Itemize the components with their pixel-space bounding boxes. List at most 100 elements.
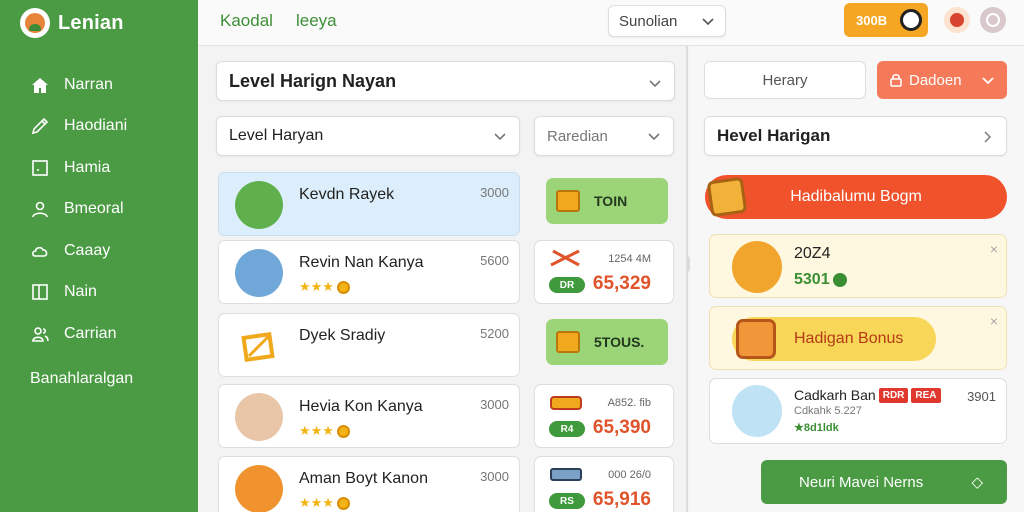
price-value: 65,329 [592, 273, 651, 294]
item-number: 3000 [480, 397, 509, 412]
level-select-value: Level Haryan [229, 127, 324, 144]
user-avatar[interactable] [980, 7, 1006, 33]
tab-leeya[interactable]: leeya [296, 11, 337, 31]
tab-kaodal[interactable]: Kaodal [220, 11, 273, 31]
coin-icon [900, 9, 922, 31]
coin-icon [336, 280, 350, 294]
sidebar-item-caaay[interactable]: Caaay [0, 230, 198, 272]
character-avatar [732, 385, 782, 437]
price-card[interactable]: A852. fib R4 65,390 [534, 384, 674, 448]
price-card[interactable]: 1254 4M DR 65,329 [534, 240, 674, 304]
user-group-icon [30, 324, 50, 344]
rating-stars: ★★★ [299, 495, 350, 511]
main-level-select[interactable]: Level Harign Nayan [216, 61, 675, 101]
price-caption: 000 26/0 [608, 469, 651, 481]
chevron-down-icon [647, 129, 661, 143]
price-badge: DR [549, 277, 585, 293]
close-icon[interactable]: × [990, 313, 998, 329]
list-item[interactable]: Hevia Kon Kanya 3000 ★★★ [218, 384, 520, 448]
primary-dropdown-button[interactable]: Dadoen [877, 61, 1007, 99]
bonus-label: Hadigan Bonus [794, 330, 904, 347]
item-number: 3000 [480, 185, 509, 200]
sidebar-footer-link[interactable]: Banahlaralgan [30, 370, 133, 388]
price-value: 65,916 [592, 489, 651, 510]
diamond-icon: ◇ [971, 474, 983, 491]
price-caption: 1254 4M [608, 253, 651, 265]
sidebar-item-hamia[interactable]: Hamia [0, 147, 198, 189]
reward-label: 5TOUS. [594, 334, 645, 350]
sidebar-item-label: Hamia [64, 158, 111, 176]
chevron-down-icon [648, 74, 662, 88]
brand[interactable]: Lenian [20, 8, 124, 38]
sidebar-nav: Narran Haodiani Hamia Bmeoral Caaay Nain… [0, 64, 198, 355]
reward-card[interactable]: 5TOUS. [534, 313, 674, 377]
bonus-notification[interactable]: Hadigan Bonus × [709, 306, 1007, 370]
item-tag: RDR [878, 387, 909, 403]
primary-dropdown-content: Dadoen [889, 72, 962, 89]
chevron-right-icon [980, 129, 994, 143]
item-number: 5600 [480, 253, 509, 268]
sidebar-item-label: Narran [64, 75, 113, 93]
item-art-icon [550, 396, 582, 410]
item-title: Aman Boyt Kanon [299, 470, 428, 487]
reward-title: 20Z4 [794, 245, 831, 262]
close-icon[interactable]: × [990, 241, 998, 257]
promo-banner[interactable]: Hadibalumu Bogm [705, 175, 1007, 219]
sidebar-item-nain[interactable]: Nain [0, 272, 198, 314]
item-title: Hevia Kon Kanya [299, 398, 423, 415]
sidebar-item-label: Haodiani [64, 117, 128, 135]
star-icons: ★★★ [299, 279, 334, 294]
character-avatar[interactable] [944, 7, 970, 33]
sidebar-item-bmeoral[interactable]: Bmeoral [0, 189, 198, 231]
price-badge: R4 [549, 421, 585, 437]
price-card[interactable]: 000 26/0 RS 65,916 [534, 456, 674, 512]
list-item[interactable]: Dyek Sradiy 5200 [218, 313, 520, 377]
right-level-select[interactable]: Hevel Harigan [704, 116, 1007, 156]
lock-icon [890, 74, 902, 87]
item-title: Dyek Sradiy [299, 327, 386, 344]
star-icons: ★★★ [299, 495, 334, 510]
item-image [235, 249, 283, 297]
sidebar-item-label: Bmeoral [64, 200, 124, 218]
action-button[interactable]: Neuri Mavei Nerns ◇ [761, 460, 1007, 504]
chest-icon [556, 331, 580, 353]
sidebar-item-narran[interactable]: Narran [0, 64, 198, 106]
list-item[interactable]: Kevdn Rayek 3000 [218, 172, 520, 236]
chevron-down-icon [701, 14, 715, 28]
top-bar: Kaodal leeya Sunolian 300B [198, 0, 1024, 46]
list-item[interactable]: Aman Boyt Kanon 3000 ★★★ [218, 456, 520, 512]
item-number: 5200 [480, 326, 509, 341]
column-divider[interactable] [686, 46, 688, 512]
item-number: 3901 [967, 389, 996, 404]
sidebar: Lenian Narran Haodiani Hamia Bmeoral Caa… [0, 0, 198, 512]
promo-banner-label: Hadibalumu Bogm [790, 188, 922, 205]
price-value: 65,390 [592, 417, 651, 438]
home-icon [30, 75, 50, 95]
reward-label: TOIN [594, 193, 628, 209]
rating-stars: ★★★ [299, 423, 350, 439]
sort-select-value: Raredian [547, 127, 608, 145]
app-logo [20, 8, 50, 38]
chest-icon [556, 190, 580, 212]
item-image [235, 181, 283, 229]
reward-card[interactable]: TOIN [534, 172, 674, 236]
list-item[interactable]: Cadkarh Ban RDR REA 3901 Cdkahk 5.227 ★8… [709, 378, 1007, 444]
sort-select[interactable]: Raredian [534, 116, 674, 156]
gift-box-icon [706, 176, 748, 218]
reward-pill[interactable]: 5TOUS. [546, 319, 668, 365]
top-select[interactable]: Sunolian [608, 5, 726, 37]
primary-dropdown-label: Dadoen [909, 71, 962, 89]
bonus-pill[interactable]: Hadigan Bonus [732, 317, 936, 361]
top-select-value: Sunolian [619, 12, 678, 30]
sidebar-item-haodiani[interactable]: Haodiani [0, 106, 198, 148]
level-select[interactable]: Level Haryan [216, 116, 520, 156]
sidebar-item-carrian[interactable]: Carrian [0, 313, 198, 355]
secondary-button[interactable]: Herary [704, 61, 866, 99]
item-title: Kevdn Rayek [299, 186, 395, 203]
person-icon [30, 199, 50, 219]
action-button-label: Neuri Mavei Nerns [799, 473, 924, 491]
list-item[interactable]: Revin Nan Kanya 5600 ★★★ [218, 240, 520, 304]
reward-notification[interactable]: 20Z4 5301 × [709, 234, 1007, 298]
reward-pill[interactable]: TOIN [546, 178, 668, 224]
coin-balance-button[interactable]: 300B [844, 3, 928, 37]
